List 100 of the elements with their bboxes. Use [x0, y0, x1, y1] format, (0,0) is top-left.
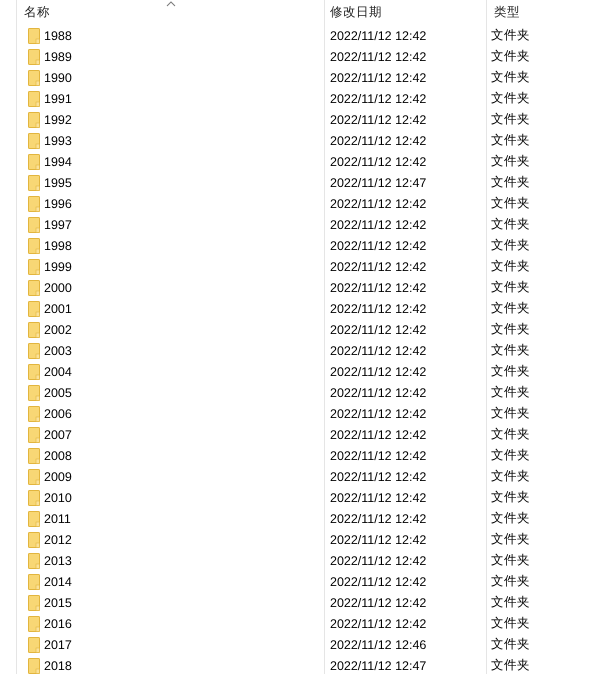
folder-name[interactable]: 2004	[44, 364, 72, 378]
modified-date: 2022/11/12 12:42	[329, 70, 426, 84]
file-type: 文件夹	[490, 385, 530, 399]
folder-icon	[28, 490, 40, 506]
folder-name[interactable]: 2003	[44, 344, 72, 358]
file-type: 文件夹	[490, 406, 530, 420]
file-type: 文件夹	[490, 469, 530, 483]
modified-date: 2022/11/12 12:42	[329, 280, 426, 294]
folder-name[interactable]: 2000	[44, 280, 72, 294]
modified-date: 2022/11/12 12:42	[329, 322, 426, 336]
folder-name[interactable]: 2011	[44, 512, 71, 526]
folder-name[interactable]: 1990	[44, 70, 72, 84]
modified-date: 2022/11/12 12:42	[329, 28, 426, 42]
folder-icon	[28, 174, 40, 190]
folder-name[interactable]: 2014	[44, 574, 72, 588]
modified-date: 2022/11/12 12:42	[329, 218, 426, 232]
folder-icon	[28, 258, 40, 274]
file-type: 文件夹	[490, 91, 530, 105]
file-type: 文件夹	[490, 70, 530, 84]
column-header[interactable]: 名称	[16, 4, 50, 21]
file-type: 文件夹	[490, 259, 530, 273]
folder-icon	[28, 426, 40, 442]
folder-icon	[28, 636, 40, 652]
folder-icon	[28, 196, 40, 212]
folder-name[interactable]: 2017	[44, 638, 72, 652]
modified-date: 2022/11/12 12:42	[329, 50, 426, 64]
file-type: 文件夹	[490, 196, 530, 210]
folder-icon	[28, 280, 40, 296]
folder-icon	[28, 238, 40, 254]
folder-icon	[28, 90, 40, 106]
file-type: 文件夹	[490, 427, 530, 441]
modified-date: 2022/11/12 12:42	[329, 238, 426, 252]
file-type: 文件夹	[490, 28, 530, 42]
folder-name[interactable]: 2013	[44, 554, 72, 568]
folder-icon	[28, 216, 40, 232]
folder-name[interactable]: 1996	[44, 196, 72, 210]
folder-icon	[28, 448, 40, 464]
file-type: 文件夹	[490, 364, 530, 378]
modified-date: 2022/11/12 12:42	[329, 196, 426, 210]
modified-date: 2022/11/12 12:42	[329, 532, 426, 546]
folder-icon	[28, 48, 40, 64]
folder-name[interactable]: 1989	[44, 50, 72, 64]
file-type: 文件夹	[490, 49, 530, 63]
folder-name[interactable]: 1994	[44, 154, 72, 168]
folder-name[interactable]: 1992	[44, 112, 72, 126]
modified-date: 2022/11/12 12:42	[329, 512, 426, 526]
modified-date: 2022/11/12 12:42	[329, 616, 426, 630]
file-type: 文件夹	[490, 175, 530, 189]
file-type: 文件夹	[490, 343, 530, 357]
folder-icon	[28, 532, 40, 548]
folder-icon	[28, 364, 40, 380]
modified-date: 2022/11/12 12:42	[329, 154, 426, 168]
folder-icon	[28, 28, 40, 44]
modified-date: 2022/11/12 12:42	[329, 112, 426, 126]
folder-name[interactable]: 2009	[44, 470, 72, 484]
modified-date: 2022/11/12 12:42	[329, 574, 426, 588]
file-type: 文件夹	[490, 595, 530, 609]
folder-icon	[28, 384, 40, 400]
folder-icon	[28, 574, 40, 590]
column-header[interactable]: 修改日期	[324, 4, 382, 21]
modified-date: 2022/11/12 12:42	[329, 554, 426, 568]
modified-date: 2022/11/12 12:47	[329, 176, 426, 190]
file-type: 文件夹	[490, 490, 530, 504]
folder-icon	[28, 154, 40, 170]
modified-date: 2022/11/12 12:42	[329, 448, 426, 462]
column-header[interactable]: 类型	[486, 4, 520, 21]
folder-icon	[28, 70, 40, 86]
folder-name[interactable]: 2012	[44, 532, 72, 546]
modified-date: 2022/11/12 12:42	[329, 344, 426, 358]
folder-name[interactable]: 2002	[44, 322, 72, 336]
modified-date: 2022/11/12 12:42	[329, 406, 426, 420]
file-type: 文件夹	[490, 133, 530, 147]
folder-name[interactable]: 1997	[44, 218, 72, 232]
file-type: 文件夹	[490, 658, 530, 672]
folder-name[interactable]: 2016	[44, 616, 72, 630]
file-type: 文件夹	[490, 217, 530, 231]
modified-date: 2022/11/12 12:42	[329, 134, 426, 148]
folder-name[interactable]: 1998	[44, 238, 72, 252]
folder-icon	[28, 342, 40, 358]
folder-name[interactable]: 2006	[44, 406, 72, 420]
folder-name[interactable]: 2001	[44, 302, 72, 316]
folder-name[interactable]: 1993	[44, 134, 72, 148]
modified-date: 2022/11/12 12:46	[329, 638, 426, 652]
file-type: 文件夹	[490, 322, 530, 336]
folder-name[interactable]: 2007	[44, 428, 72, 442]
modified-date: 2022/11/12 12:42	[329, 470, 426, 484]
file-type: 文件夹	[490, 280, 530, 294]
folder-name[interactable]: 2010	[44, 490, 72, 504]
folder-icon	[28, 322, 40, 338]
folder-name[interactable]: 1995	[44, 176, 72, 190]
folder-name[interactable]: 1999	[44, 260, 72, 274]
folder-name[interactable]: 1988	[44, 28, 72, 42]
folder-name[interactable]: 2008	[44, 448, 72, 462]
modified-date: 2022/11/12 12:42	[329, 92, 426, 106]
folder-icon	[28, 300, 40, 316]
folder-name[interactable]: 2015	[44, 596, 72, 610]
folder-name[interactable]: 1991	[44, 92, 72, 106]
folder-name[interactable]: 2018	[44, 658, 72, 672]
folder-name[interactable]: 2005	[44, 386, 72, 400]
folder-icon	[28, 616, 40, 632]
